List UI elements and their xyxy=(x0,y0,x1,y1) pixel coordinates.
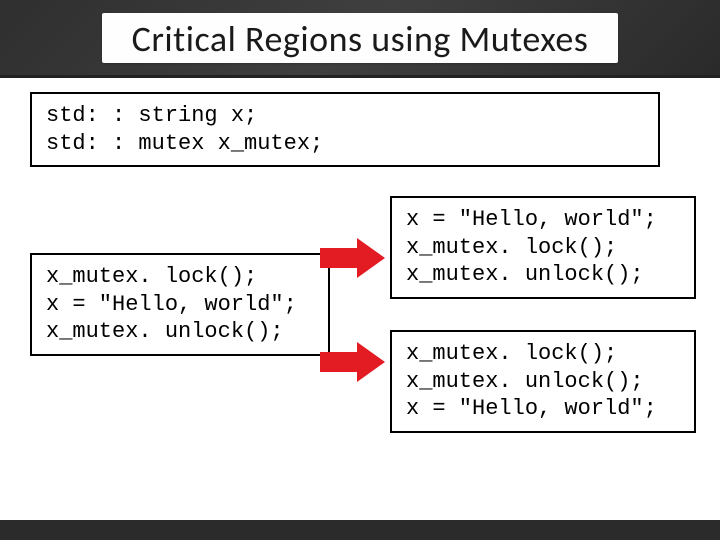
code-right-bottom: x_mutex. lock(); x_mutex. unlock(); x = … xyxy=(390,330,696,433)
arrow-icon xyxy=(320,342,390,382)
code-right-top: x = "Hello, world"; x_mutex. lock(); x_m… xyxy=(390,196,696,299)
slide-title: Critical Regions using Mutexes xyxy=(102,13,619,63)
code-declarations: std: : string x; std: : mutex x_mutex; xyxy=(30,92,660,167)
header-bar: Critical Regions using Mutexes xyxy=(0,0,720,78)
code-left: x_mutex. lock(); x = "Hello, world"; x_m… xyxy=(30,253,330,356)
footer-bar xyxy=(0,520,720,540)
arrow-icon xyxy=(320,238,390,278)
slide-content: std: : string x; std: : mutex x_mutex; x… xyxy=(0,78,720,114)
